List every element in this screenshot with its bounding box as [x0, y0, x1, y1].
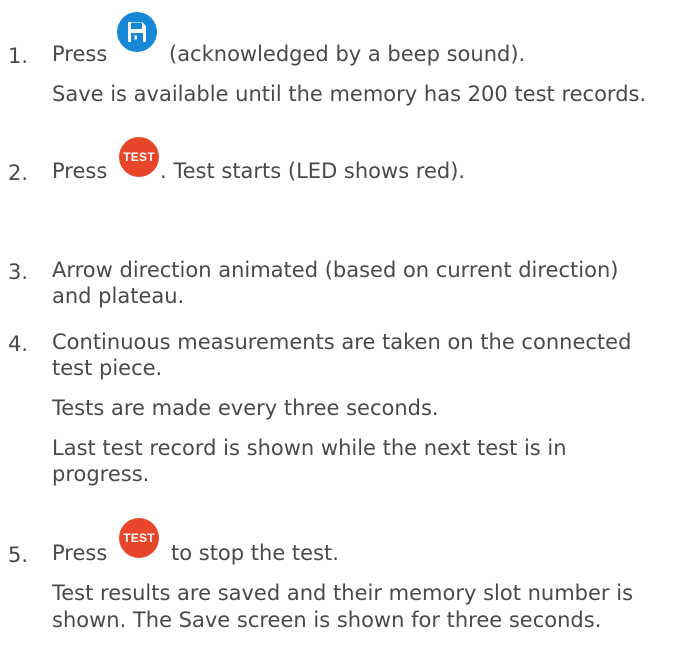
- step-text: Save is available until the memory has 2…: [52, 82, 647, 106]
- step-number: 2.: [8, 161, 29, 185]
- step-text: test piece.: [52, 356, 163, 380]
- step-text: shown. The Save screen is shown for thre…: [52, 608, 602, 632]
- test-button: TEST: [119, 518, 159, 558]
- step-press-label: Press: [52, 159, 108, 183]
- floppy-disk-icon: [128, 22, 146, 42]
- step-press-label: Press: [52, 541, 108, 565]
- test-button-label: TEST: [123, 531, 155, 545]
- test-button: TEST: [119, 137, 159, 177]
- step-text: (acknowledged by a beep sound).: [169, 42, 526, 66]
- step-text: to stop the test.: [171, 541, 339, 565]
- step-number: 3.: [8, 260, 29, 284]
- step-text: Last test record is shown while the next…: [52, 436, 567, 460]
- step-text: Continuous measurements are taken on the…: [52, 330, 632, 354]
- step-number: 4.: [8, 332, 29, 356]
- step-text: Test results are saved and their memory …: [52, 581, 634, 605]
- step-number: 1.: [8, 44, 29, 68]
- step-text: Arrow direction animated (based on curre…: [52, 258, 619, 282]
- step-number: 5.: [8, 543, 29, 567]
- step-text: . Test starts (LED shows red).: [160, 159, 466, 183]
- save-button: [117, 12, 157, 52]
- step-text: Tests are made every three seconds.: [52, 396, 439, 420]
- test-button-label: TEST: [123, 150, 155, 164]
- step-text: progress.: [52, 462, 150, 486]
- step-press-label: Press: [52, 42, 108, 66]
- instruction-list: 1. Press (acknowledged by a beep sound).…: [0, 0, 680, 650]
- step-text: and plateau.: [52, 284, 185, 308]
